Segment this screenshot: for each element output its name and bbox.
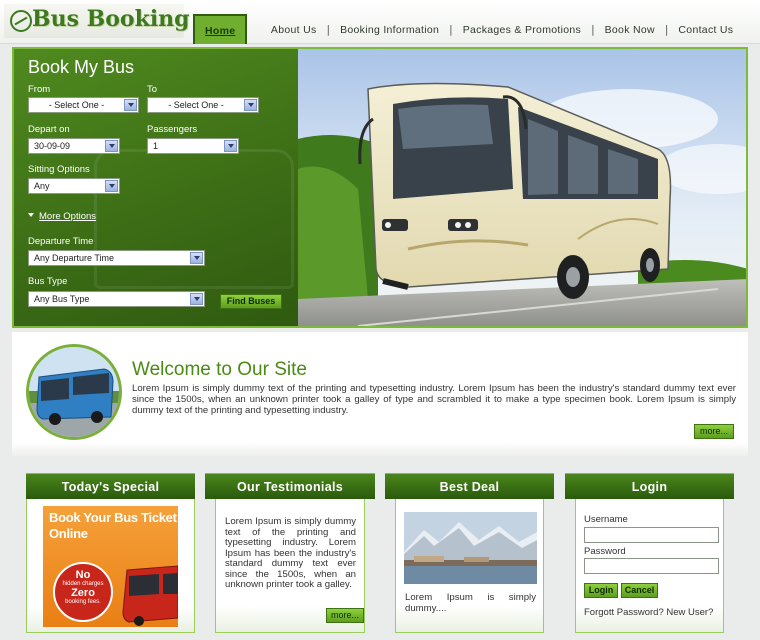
- find-buses-button[interactable]: Find Buses: [220, 294, 282, 309]
- testimonials-panel: Lorem Ipsum is simply dummy text of the …: [215, 499, 365, 633]
- depart-on-value: 30-09-09: [34, 141, 71, 151]
- forgot-password-new-user-links[interactable]: Forgott Password? New User?: [584, 607, 713, 618]
- ad-headline: Book Your Bus Ticket Online: [49, 510, 177, 541]
- passengers-value: 1: [153, 141, 159, 151]
- nav-about-us[interactable]: About Us: [271, 14, 317, 36]
- bus-watermark-icon: [94, 149, 294, 289]
- chevron-down-icon: [190, 252, 203, 264]
- best-deal-photo[interactable]: [404, 512, 537, 584]
- password-label: Password: [584, 546, 626, 557]
- nav-book-now[interactable]: Book Now: [605, 14, 655, 36]
- nav-separator: |: [664, 24, 669, 36]
- welcome-text: Lorem Ipsum is simply dummy text of the …: [132, 383, 736, 416]
- more-options-link[interactable]: More Options: [28, 211, 96, 222]
- red-bus-icon: [122, 565, 178, 626]
- blue-bus-icon: [29, 347, 119, 437]
- departure-time-value: Any Departure Time: [34, 253, 115, 263]
- chevron-down-icon: [105, 140, 118, 152]
- testimonials-header: Our Testimonials: [205, 473, 375, 499]
- testimonial-text: Lorem Ipsum is simply dummy text of the …: [225, 516, 356, 590]
- welcome-bus-photo: [26, 344, 122, 440]
- nav-separator: |: [449, 24, 453, 36]
- more-options-label: More Options: [39, 211, 97, 222]
- todays-special-header: Today's Special: [26, 473, 195, 499]
- from-label: From: [28, 84, 51, 95]
- welcome-title: Welcome to Our Site: [132, 359, 307, 380]
- chevron-down-icon: [224, 140, 237, 152]
- login-header: Login: [565, 473, 734, 499]
- bus-type-value: Any Bus Type: [34, 294, 90, 304]
- cancel-button[interactable]: Cancel: [621, 583, 658, 598]
- booking-form: Book My Bus From - Select One - To - Sel…: [14, 49, 298, 326]
- passengers-select[interactable]: 1: [147, 138, 239, 154]
- logo[interactable]: Bus Booking: [4, 4, 190, 38]
- sitting-options-select[interactable]: Any: [28, 178, 120, 194]
- from-select[interactable]: - Select One -: [28, 97, 139, 113]
- chevron-down-icon: [190, 293, 203, 305]
- welcome-section: Welcome to Our Site Lorem Ipsum is simpl…: [12, 332, 748, 456]
- bus-type-label: Bus Type: [28, 276, 68, 287]
- login-panel: Username Password Login Cancel Forgott P…: [575, 499, 724, 633]
- caret-down-icon: [28, 213, 34, 217]
- bus-type-select[interactable]: Any Bus Type: [28, 291, 205, 307]
- coach-bus-illustration: [298, 49, 746, 326]
- to-select[interactable]: - Select One -: [147, 97, 259, 113]
- hero-bus-image: [298, 49, 746, 326]
- departure-time-label: Departure Time: [28, 236, 94, 247]
- ad-fees-text: booking fees.: [65, 599, 101, 605]
- mountain-lake-image: [404, 512, 537, 584]
- passengers-label: Passengers: [147, 124, 198, 135]
- booking-form-title: Book My Bus: [28, 57, 135, 77]
- best-deal-header: Best Deal: [385, 473, 554, 499]
- chevron-down-icon: [105, 180, 118, 192]
- ad-zero-text: Zero: [71, 587, 95, 599]
- welcome-more-button[interactable]: more...: [694, 424, 734, 439]
- welcome-shadow: [12, 442, 748, 456]
- username-label: Username: [584, 514, 628, 525]
- sitting-options-value: Any: [34, 181, 50, 191]
- nav-separator: |: [326, 24, 331, 36]
- best-deal-panel: Lorem Ipsum is simply dummy....: [395, 499, 544, 633]
- no-fees-badge: No hidden charges Zero booking fees.: [53, 562, 113, 622]
- hero-banner: Book My Bus From - Select One - To - Sel…: [12, 47, 748, 328]
- special-ad-banner[interactable]: Book Your Bus Ticket Online No hidden ch…: [43, 506, 178, 627]
- login-button[interactable]: Login: [584, 583, 618, 598]
- to-label: To: [147, 84, 158, 95]
- testimonials-more-button[interactable]: more...: [326, 608, 364, 623]
- departure-time-select[interactable]: Any Departure Time: [28, 250, 205, 266]
- nav-packages-promotions[interactable]: Packages & Promotions: [463, 14, 581, 36]
- logo-text: Bus Booking: [32, 6, 190, 32]
- username-input[interactable]: [584, 527, 719, 543]
- site-header: Bus Booking Home | About Us | Booking In…: [0, 0, 760, 44]
- sitting-options-label: Sitting Options: [28, 164, 90, 175]
- chevron-down-icon: [124, 99, 137, 111]
- password-input[interactable]: [584, 558, 719, 574]
- nav-home[interactable]: Home: [193, 14, 248, 44]
- depart-on-select[interactable]: 30-09-09: [28, 138, 120, 154]
- bus-wheel-icon: [10, 10, 32, 32]
- nav-separator: |: [591, 24, 595, 36]
- nav-contact-us[interactable]: Contact Us: [678, 14, 733, 36]
- from-select-value: - Select One -: [48, 100, 105, 110]
- nav-booking-information[interactable]: Booking Information: [340, 14, 439, 36]
- main-nav: Home | About Us | Booking Information | …: [193, 14, 733, 44]
- to-select-value: - Select One -: [168, 100, 224, 110]
- ad-no-text: No: [75, 569, 91, 581]
- todays-special-panel: Book Your Bus Ticket Online No hidden ch…: [26, 499, 195, 633]
- depart-on-label: Depart on: [28, 124, 70, 135]
- chevron-down-icon: [244, 99, 257, 111]
- best-deal-text: Lorem Ipsum is simply dummy....: [405, 592, 536, 614]
